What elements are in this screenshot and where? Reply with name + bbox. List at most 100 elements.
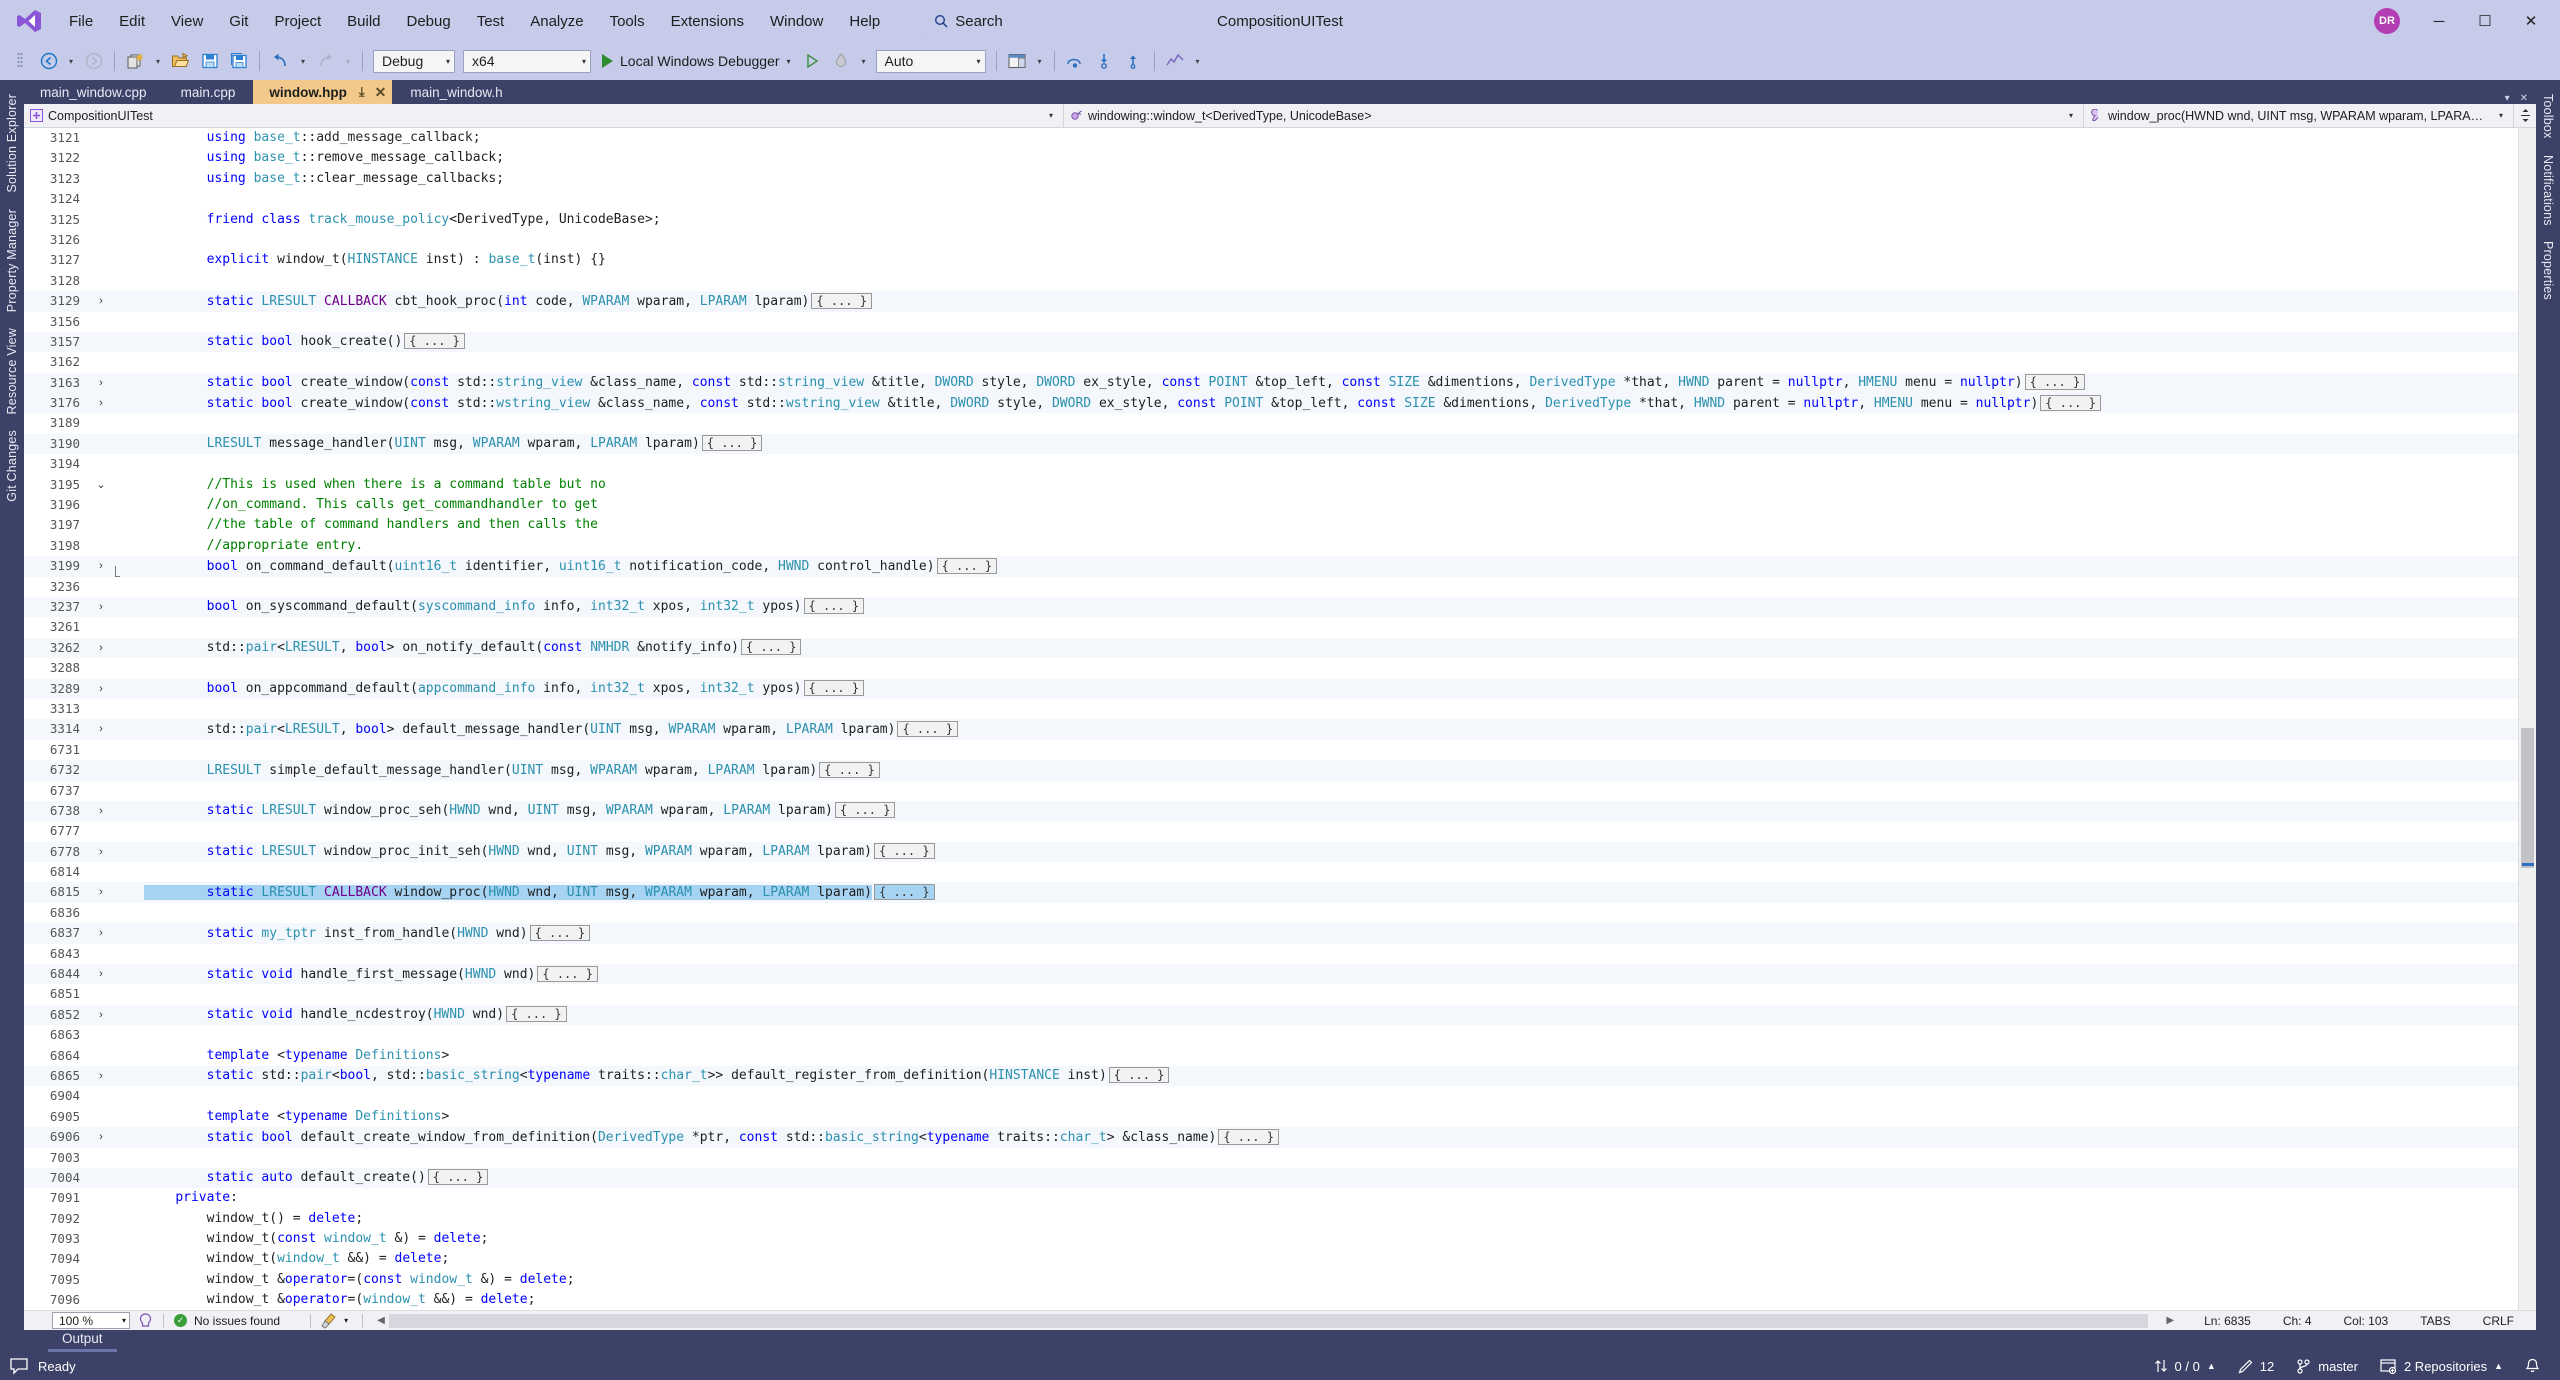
code-line[interactable]: 3198 //appropriate entry. xyxy=(24,536,2518,556)
code-line[interactable]: 3262 › std::pair<LRESULT, bool> on_notify… xyxy=(24,637,2518,659)
type-combo[interactable]: windowing::window_t<DerivedType, Unicode… xyxy=(1064,103,2084,128)
menu-debug[interactable]: Debug xyxy=(394,8,464,35)
code-text-content[interactable]: window_t &operator=(window_t &&) = delet… xyxy=(144,1290,2518,1310)
window-layout-icon[interactable] xyxy=(1004,48,1031,74)
code-text-content[interactable]: template <typename Definitions> xyxy=(144,1046,2518,1066)
code-line[interactable]: 3288 xyxy=(24,658,2518,678)
minimize-button[interactable]: ─ xyxy=(2418,6,2460,36)
outlining-toggle-icon[interactable]: › xyxy=(90,1127,112,1147)
start-debugging-button[interactable]: Local Windows Debugger ▾ xyxy=(596,53,797,69)
code-line[interactable]: 6737 xyxy=(24,781,2518,801)
diagnostics-icon[interactable] xyxy=(1162,48,1189,74)
code-line[interactable]: 6731 xyxy=(24,740,2518,760)
code-line[interactable]: 3237 › bool on_syscommand_default(syscomm… xyxy=(24,596,2518,618)
step-over-icon[interactable] xyxy=(1062,48,1089,74)
rail-tab-notifications[interactable]: Notifications xyxy=(2537,147,2559,234)
repositories-selector[interactable]: 2 Repositories ▲ xyxy=(2380,1359,2503,1374)
code-text-content[interactable]: static void handle_first_message(HWND wn… xyxy=(144,964,2518,985)
solution-configuration-combo[interactable]: Debug ▾ xyxy=(373,49,455,73)
code-cleanup-icon[interactable] xyxy=(321,1312,338,1329)
code-line[interactable]: 7096 window_t &operator=(window_t &&) = … xyxy=(24,1290,2518,1310)
code-text-content[interactable]: bool on_syscommand_default(syscommand_in… xyxy=(144,596,2518,617)
horizontal-scrollbar[interactable] xyxy=(388,1313,2149,1328)
code-text-content[interactable]: using base_t::clear_message_callbacks; xyxy=(144,169,2518,189)
intellisense-icon[interactable] xyxy=(138,1313,153,1328)
tab-close-icon[interactable]: ✕ xyxy=(2520,93,2528,104)
code-line[interactable]: 6738 › static LRESULT window_proc_seh(HWN… xyxy=(24,800,2518,822)
rail-tab-properties[interactable]: Properties xyxy=(2537,233,2559,308)
branch-selector[interactable]: master xyxy=(2296,1359,2358,1374)
code-line[interactable]: 3261 xyxy=(24,617,2518,637)
process-combo[interactable]: Auto ▾ xyxy=(875,49,986,73)
code-line[interactable]: 6843 xyxy=(24,944,2518,964)
rail-tab-property-manager[interactable]: Property Manager xyxy=(1,201,23,320)
code-text-content[interactable]: explicit window_t(HINSTANCE inst) : base… xyxy=(144,250,2518,270)
code-text-content[interactable]: bool on_appcommand_default(appcommand_in… xyxy=(144,678,2518,699)
outlining-toggle-icon[interactable]: › xyxy=(90,719,112,739)
menu-extensions[interactable]: Extensions xyxy=(658,8,757,35)
code-line[interactable]: 3189 xyxy=(24,413,2518,433)
solution-platform-combo[interactable]: x64 ▾ xyxy=(463,49,591,73)
rail-tab-solution-explorer[interactable]: Solution Explorer xyxy=(1,86,23,201)
code-text-content[interactable]: using base_t::add_message_callback; xyxy=(144,128,2518,148)
member-combo[interactable]: window_proc(HWND wnd, UINT msg, WPARAM w… xyxy=(2084,103,2514,128)
code-text[interactable]: 3121 using base_t::add_message_callback;… xyxy=(24,128,2518,1310)
menu-edit[interactable]: Edit xyxy=(106,8,158,35)
outlining-toggle-icon[interactable]: › xyxy=(90,801,112,821)
new-project-dropdown-icon[interactable]: ▾ xyxy=(151,48,165,74)
pending-changes[interactable]: 12 xyxy=(2238,1359,2274,1374)
code-line[interactable]: 3126 xyxy=(24,230,2518,250)
code-line[interactable]: 3194 xyxy=(24,454,2518,474)
code-line[interactable]: 3176 › static bool create_window(const st… xyxy=(24,393,2518,414)
code-line[interactable]: 3199 › bool on_command_default(uint16_t i… xyxy=(24,556,2518,578)
menu-git[interactable]: Git xyxy=(216,8,261,35)
code-text-content[interactable]: static auto default_create(){ ... } xyxy=(144,1167,2518,1188)
code-text-content[interactable]: LRESULT simple_default_message_handler(U… xyxy=(144,760,2518,781)
code-line[interactable]: 3195 ⌄ //This is used when there is a com… xyxy=(24,475,2518,495)
menu-window[interactable]: Window xyxy=(757,8,836,35)
code-text-content[interactable]: static LRESULT window_proc_init_seh(HWND… xyxy=(144,841,2518,862)
tab-output[interactable]: Output xyxy=(48,1329,117,1352)
code-text-content[interactable]: //appropriate entry. xyxy=(144,536,2518,556)
code-text-content[interactable]: private: xyxy=(144,1188,2518,1208)
code-text-content[interactable]: LRESULT message_handler(UINT msg, WPARAM… xyxy=(144,433,2518,454)
outlining-toggle-icon[interactable]: › xyxy=(90,393,112,413)
outlining-toggle-icon[interactable]: › xyxy=(90,964,112,984)
code-line[interactable]: 3289 › bool on_appcommand_default(appcomm… xyxy=(24,678,2518,699)
outlining-toggle-icon[interactable]: › xyxy=(90,291,112,311)
code-text-content[interactable]: window_t() = delete; xyxy=(144,1209,2518,1229)
code-line[interactable]: 7091 private: xyxy=(24,1188,2518,1208)
code-text-content[interactable]: friend class track_mouse_policy<DerivedT… xyxy=(144,210,2518,230)
code-editor[interactable]: 3121 using base_t::add_message_callback;… xyxy=(24,128,2536,1310)
outlining-toggle-icon[interactable]: › xyxy=(90,597,112,617)
rail-tab-toolbox[interactable]: Toolbox xyxy=(2537,86,2559,147)
code-text-content[interactable]: using base_t::remove_message_callback; xyxy=(144,148,2518,168)
code-text-content[interactable]: template <typename Definitions> xyxy=(144,1107,2518,1127)
hot-reload-dropdown-icon[interactable]: ▾ xyxy=(857,48,871,74)
code-text-content[interactable]: static LRESULT CALLBACK window_proc(HWND… xyxy=(144,882,2518,903)
step-out-icon[interactable] xyxy=(1120,48,1147,74)
editor-vertical-scrollbar[interactable] xyxy=(2518,128,2536,1310)
code-line[interactable]: 3156 xyxy=(24,312,2518,332)
code-line[interactable]: 3123 using base_t::clear_message_callbac… xyxy=(24,169,2518,189)
code-text-content[interactable]: std::pair<LRESULT, bool> default_message… xyxy=(144,719,2518,740)
code-line[interactable]: 3196 //on_command. This calls get_comman… xyxy=(24,495,2518,515)
code-line[interactable]: 3128 xyxy=(24,271,2518,291)
outlining-toggle-icon[interactable]: › xyxy=(90,638,112,658)
code-text-content[interactable]: static bool hook_create(){ ... } xyxy=(144,331,2518,352)
code-text-content[interactable]: static std::pair<bool, std::basic_string… xyxy=(144,1065,2518,1086)
outlining-toggle-icon[interactable]: › xyxy=(90,679,112,699)
code-line[interactable]: 3162 xyxy=(24,352,2518,372)
tab-window-hpp[interactable]: window.hpp ⤓ ✕ xyxy=(253,80,393,104)
code-line[interactable]: 6732 LRESULT simple_default_message_hand… xyxy=(24,760,2518,781)
menu-project[interactable]: Project xyxy=(261,8,334,35)
menu-help[interactable]: Help xyxy=(836,8,893,35)
avatar[interactable]: DR xyxy=(2374,8,2400,34)
split-view-icon[interactable] xyxy=(2514,108,2536,123)
start-without-debugging-icon[interactable] xyxy=(799,48,826,74)
notifications-bell[interactable] xyxy=(2525,1358,2540,1374)
code-line[interactable]: 3125 friend class track_mouse_policy<Der… xyxy=(24,210,2518,230)
code-line[interactable]: 6836 xyxy=(24,903,2518,923)
code-text-content[interactable]: window_t(const window_t &) = delete; xyxy=(144,1229,2518,1249)
tab-list-icon[interactable]: ▾ xyxy=(2505,93,2510,104)
